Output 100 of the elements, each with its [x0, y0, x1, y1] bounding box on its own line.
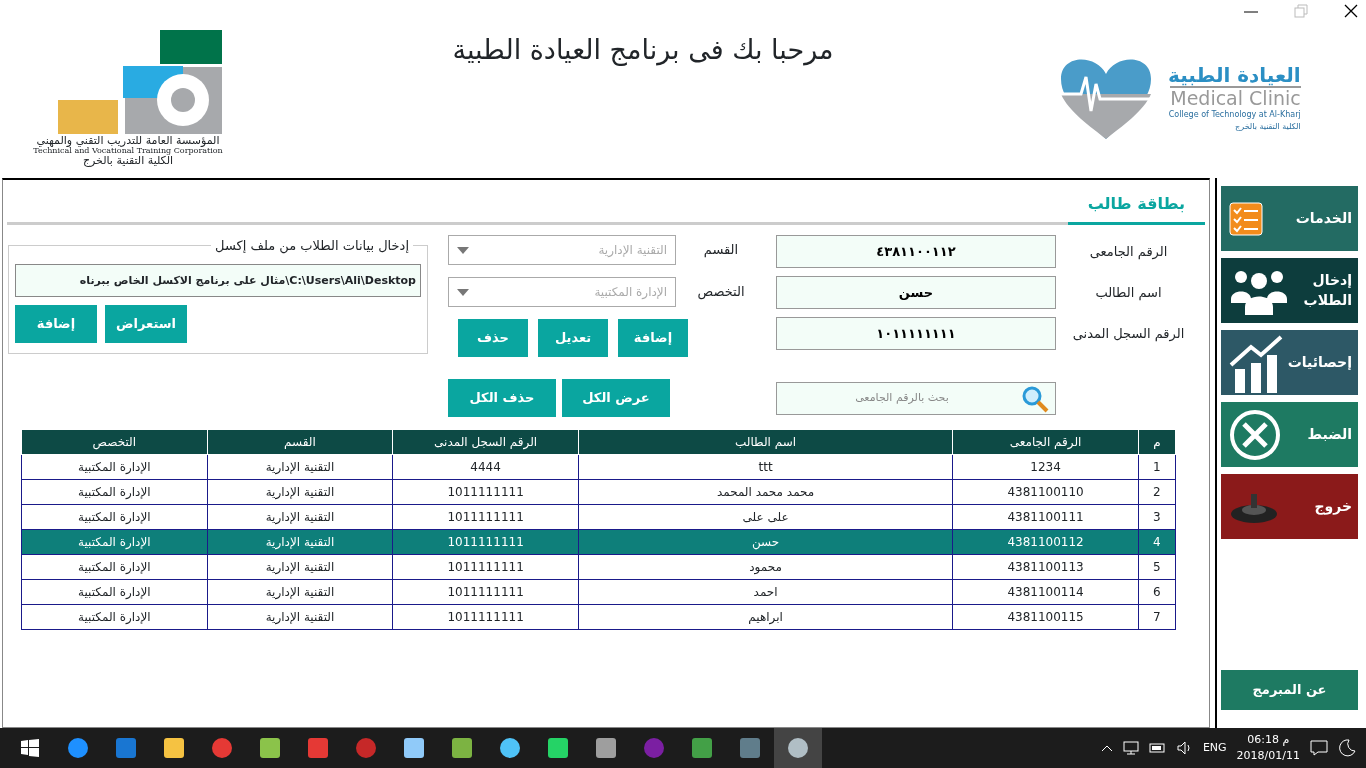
action-button[interactable]: حذف [458, 319, 528, 357]
table-cell: 7 [1138, 604, 1176, 630]
app-icon[interactable] [786, 736, 810, 760]
clock-date[interactable]: 2018/01/11 [1236, 748, 1300, 765]
table-cell: 1234 [952, 454, 1139, 480]
table-cell: 1011111111 [392, 529, 579, 555]
clinic-name-arabic: العيادة الطبية [1168, 64, 1301, 87]
column-header: م [1138, 429, 1176, 455]
column-header: الرقم السجل المدنى [392, 429, 579, 455]
table-cell: 1011111111 [392, 504, 579, 530]
table-cell: 1011111111 [392, 604, 579, 630]
action-button[interactable]: حذف الكل [448, 379, 556, 417]
sidebar-item[interactable]: خروج [1221, 474, 1358, 539]
about-button[interactable]: عن المبرمج [1221, 670, 1358, 710]
table-cell: 4381100113 [952, 554, 1139, 580]
clinic-subtitle: الكلية التقنية بالخرج [1235, 120, 1301, 133]
table-cell: 6 [1138, 579, 1176, 605]
column-header: التخصص [21, 429, 208, 455]
language-indicator[interactable]: ENG [1202, 739, 1227, 757]
sidebar-item[interactable]: إحصائيات [1221, 330, 1358, 395]
app-icon[interactable] [450, 736, 474, 760]
table-cell: حسن [578, 529, 953, 555]
table-cell: 1011111111 [392, 579, 579, 605]
app-icon[interactable] [546, 736, 570, 760]
table-cell: محمود [578, 554, 953, 580]
caret-up-icon[interactable] [1100, 744, 1113, 752]
table-cell: الإدارة المكتبية [21, 604, 208, 630]
notification-icon[interactable] [1310, 740, 1328, 756]
org-name-arabic: المؤسسة العامة للتدريب التقني والمهني [36, 134, 220, 147]
table-cell: 1011111111 [392, 479, 579, 505]
action-button[interactable]: تعديل [538, 319, 608, 357]
table-cell: 4381100111 [952, 504, 1139, 530]
app-title: مرحبا بك فى برنامج العيادة الطبية [451, 33, 835, 68]
column-header: القسم [207, 429, 393, 455]
table-cell: التقنية الإدارية [207, 454, 393, 480]
table-cell: احمد [578, 579, 953, 605]
sidebar-item[interactable]: الضبط [1221, 402, 1358, 467]
table-cell: على على [578, 504, 953, 530]
action-button[interactable]: عرض الكل [562, 379, 670, 417]
app-icon[interactable] [258, 736, 282, 760]
table-cell: التقنية الإدارية [207, 504, 393, 530]
table-cell: الإدارة المكتبية [21, 454, 208, 480]
table-cell: 4381100115 [952, 604, 1139, 630]
field-label: الرقم السجل المدنى [1071, 324, 1186, 344]
table-cell: 1 [1138, 454, 1176, 480]
field-label: اسم الطالب [1094, 283, 1163, 303]
table-cell: ابراهيم [578, 604, 953, 630]
app-icon[interactable] [690, 736, 714, 760]
table-cell: الإدارة المكتبية [21, 504, 208, 530]
clinic-name-english: Medical Clinic [1170, 86, 1301, 109]
table-cell: التقنية الإدارية [207, 479, 393, 505]
table-cell: محمد محمد المحمد [578, 479, 953, 505]
app-icon[interactable] [498, 736, 522, 760]
file-path-field[interactable]: C:\Users\Ali\Desktop\مثال على برنامج الاكسل الخاص ببرناه [15, 264, 421, 297]
start-icon[interactable] [21, 739, 39, 757]
table-cell: 1011111111 [392, 554, 579, 580]
table-cell: الإدارة المكتبية [21, 529, 208, 555]
table-cell: التقنية الإدارية [207, 579, 393, 605]
table-cell: الإدارة المكتبية [21, 479, 208, 505]
table-cell: 4381100110 [952, 479, 1139, 505]
app-icon[interactable] [594, 736, 618, 760]
moon-icon[interactable] [1338, 739, 1356, 757]
field-label: الرقم الجامعى [1088, 242, 1169, 262]
sidebar-item[interactable]: الخدمات [1221, 186, 1358, 251]
app-icon[interactable] [66, 736, 90, 760]
table-cell: ttt [578, 454, 953, 480]
battery-icon[interactable] [1148, 742, 1167, 754]
excel-button[interactable]: إضافة [15, 305, 97, 343]
text-field[interactable]: حسن [776, 276, 1056, 309]
table-cell: التقنية الإدارية [207, 529, 393, 555]
table-cell: التقنية الإدارية [207, 604, 393, 630]
table-cell: 4444 [392, 454, 579, 480]
network-icon[interactable] [1122, 741, 1139, 755]
college-name: الكلية التقنية بالخرج [82, 155, 174, 168]
table-cell: الإدارة المكتبية [21, 579, 208, 605]
table-cell: 4381100114 [952, 579, 1139, 605]
clock-time[interactable]: 06:18 م [1247, 731, 1290, 748]
table-cell: 3 [1138, 504, 1176, 530]
card-title-tab[interactable]: بطاقة طالب [1067, 188, 1205, 225]
app-icon[interactable] [162, 736, 186, 760]
table-cell: 4 [1138, 529, 1176, 555]
table-cell: الإدارة المكتبية [21, 554, 208, 580]
text-field[interactable]: ١٠١١١١١١١١ [776, 317, 1056, 350]
table-cell: 4381100112 [952, 529, 1139, 555]
search-field[interactable]: بحث بالرقم الجامعى [776, 382, 1056, 415]
column-header: اسم الطالب [578, 429, 953, 455]
field-label: القسم [702, 241, 740, 260]
field-label: التخصص [696, 283, 746, 302]
caret-icon [457, 246, 469, 254]
column-header: الرقم الجامعى [952, 429, 1139, 455]
action-button[interactable]: إضافة [618, 319, 688, 357]
excel-button[interactable]: استعراض [105, 305, 187, 343]
sidebar-item[interactable]: إدخال الطلاب [1221, 258, 1358, 323]
caret-icon [457, 288, 469, 296]
app-icon[interactable] [402, 736, 426, 760]
search-icon [1021, 384, 1049, 413]
clinic-subtitle: College of Technology at Al-Kharj [1168, 108, 1301, 121]
text-field[interactable]: ٤٣٨١١٠٠١١٢ [776, 235, 1056, 268]
checklist-icon [1229, 201, 1263, 236]
volume-icon[interactable] [1176, 741, 1193, 755]
